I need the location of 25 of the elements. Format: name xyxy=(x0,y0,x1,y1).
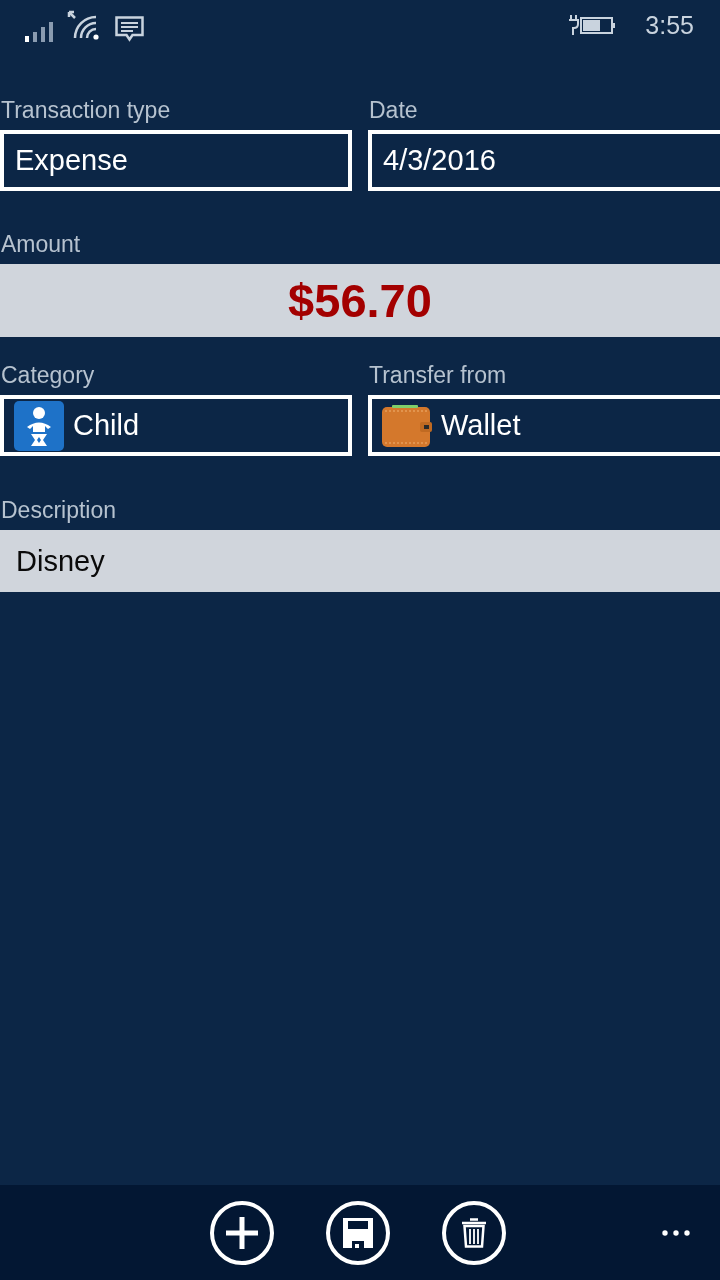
date-picker[interactable]: 4/3/2016 xyxy=(368,130,720,191)
more-icon xyxy=(662,1229,690,1236)
amount-field[interactable]: $56.70 xyxy=(0,264,720,337)
baby-icon xyxy=(14,400,64,451)
field-label: Transaction type xyxy=(1,96,171,124)
message-icon xyxy=(115,15,144,42)
status-time: 3:55 xyxy=(645,10,694,40)
field-label: Date xyxy=(369,96,418,124)
delete-button[interactable] xyxy=(442,1200,506,1265)
transaction-type-picker[interactable]: Expense xyxy=(0,130,352,191)
field-label: Description xyxy=(1,496,117,524)
wallet-icon xyxy=(382,404,432,447)
field-label: Transfer from xyxy=(369,361,507,389)
field-label: Amount xyxy=(1,230,81,258)
category-picker[interactable]: Child xyxy=(0,395,352,456)
plus-icon xyxy=(226,1216,258,1249)
signal-icon xyxy=(25,21,53,42)
trash-icon xyxy=(461,1217,487,1248)
wifi-icon xyxy=(67,8,101,40)
account-picker[interactable]: Wallet xyxy=(368,395,720,456)
description-field[interactable]: Disney xyxy=(0,530,720,592)
save-button[interactable] xyxy=(326,1200,390,1265)
field-label: Category xyxy=(1,361,95,389)
add-button[interactable] xyxy=(210,1200,274,1265)
battery-icon xyxy=(569,13,618,37)
